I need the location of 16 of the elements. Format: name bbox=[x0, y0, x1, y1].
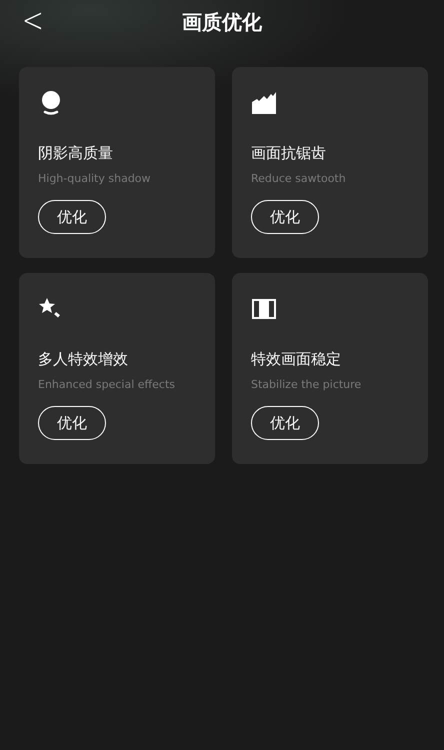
mountain-icon bbox=[251, 90, 277, 116]
frames-icon bbox=[251, 296, 277, 322]
card-subtitle: Stabilize the picture bbox=[251, 378, 362, 391]
optimize-button[interactable]: 优化 bbox=[38, 406, 106, 440]
card-subtitle: Enhanced special effects bbox=[38, 378, 175, 391]
page-title: 画质优化 bbox=[182, 8, 262, 36]
card-subtitle: Reduce sawtooth bbox=[251, 172, 346, 185]
card-title: 阴影高质量 bbox=[38, 144, 113, 163]
optimize-button[interactable]: 优化 bbox=[38, 200, 106, 234]
card-subtitle: High-quality shadow bbox=[38, 172, 151, 185]
optimize-button[interactable]: 优化 bbox=[251, 200, 319, 234]
card-title: 多人特效增效 bbox=[38, 350, 128, 369]
card-title: 特效画面稳定 bbox=[251, 350, 341, 369]
optimize-button[interactable]: 优化 bbox=[251, 406, 319, 440]
back-button[interactable]: < bbox=[16, 2, 50, 40]
card-title: 画面抗锯齿 bbox=[251, 144, 326, 163]
